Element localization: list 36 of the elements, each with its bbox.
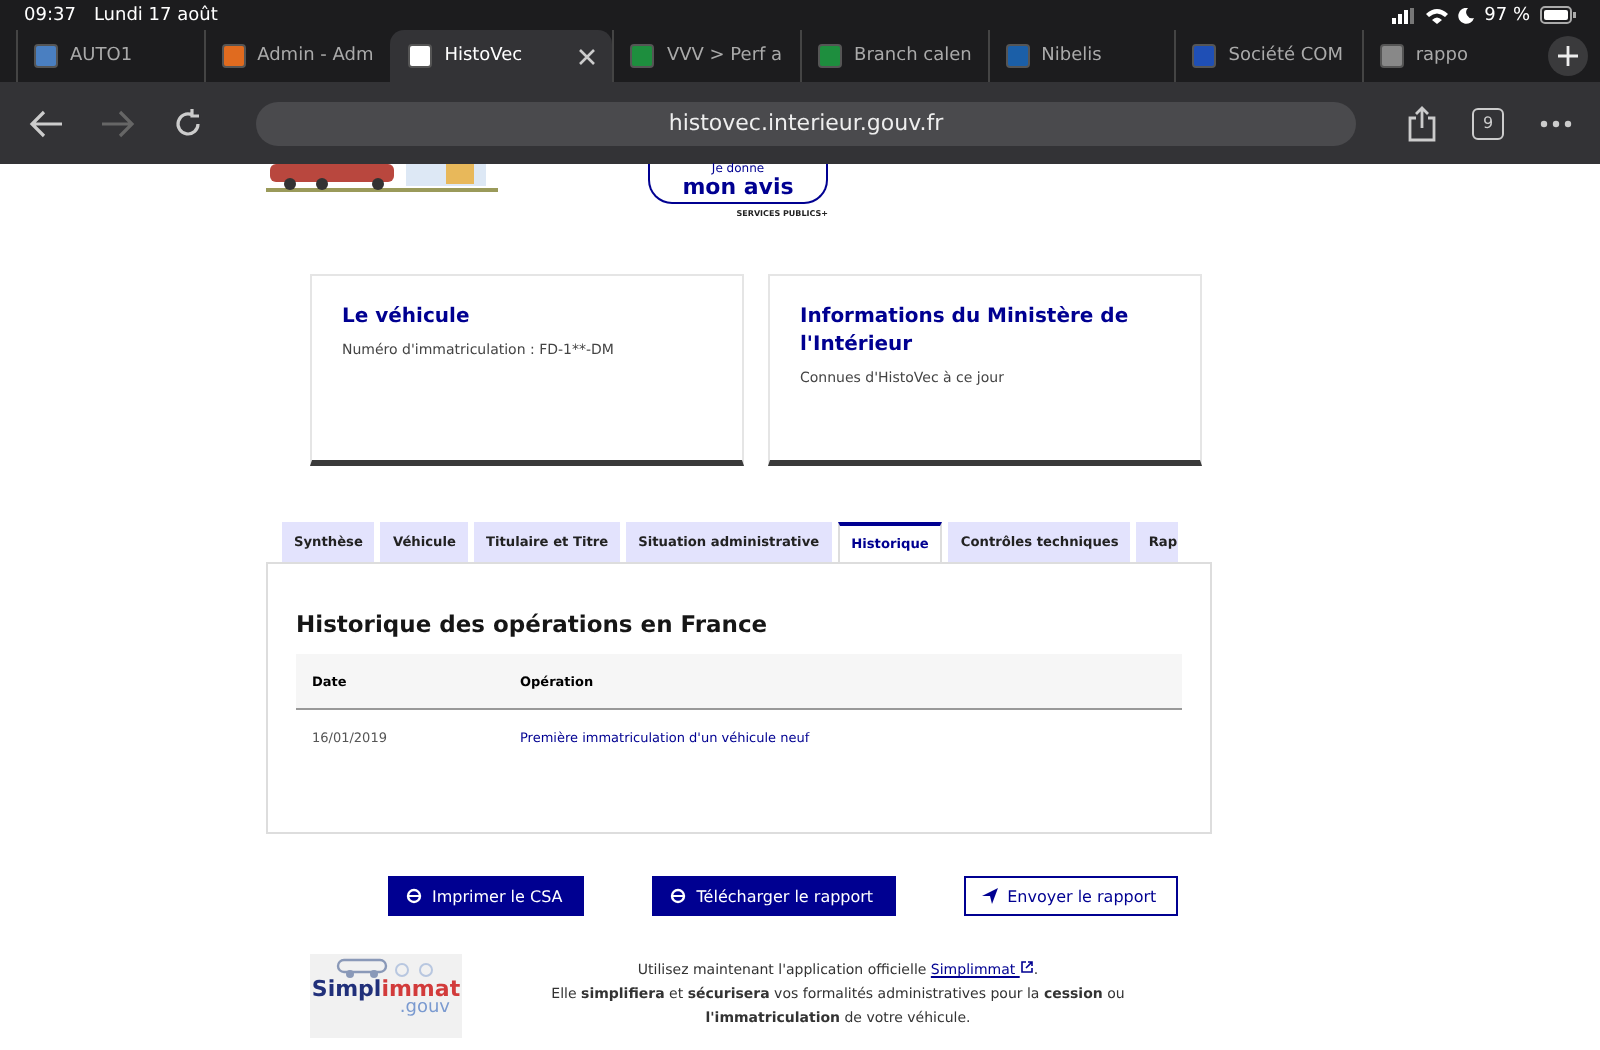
print-button[interactable]: Imprimer le CSA bbox=[388, 876, 585, 916]
reload-icon[interactable] bbox=[172, 107, 204, 139]
external-link-icon bbox=[1019, 960, 1034, 975]
new-tab-button[interactable] bbox=[1548, 36, 1589, 76]
browser-tab[interactable]: HistoVec bbox=[390, 30, 613, 82]
favicon-icon bbox=[408, 44, 433, 68]
status-time: 09:37 bbox=[24, 5, 76, 25]
battery-icon bbox=[1540, 6, 1576, 24]
wifi-icon bbox=[1426, 7, 1449, 23]
favicon-icon bbox=[221, 44, 246, 68]
battery-percent: 97 % bbox=[1484, 5, 1530, 25]
signal-icon bbox=[1392, 7, 1417, 23]
favicon-icon bbox=[1379, 44, 1404, 68]
favicon-icon bbox=[630, 44, 655, 68]
tab-count-button[interactable]: 9 bbox=[1472, 107, 1504, 139]
favicon-icon bbox=[1192, 44, 1217, 68]
more-icon[interactable] bbox=[1540, 119, 1572, 127]
favicon-icon bbox=[34, 44, 58, 68]
download-button[interactable]: Télécharger le rapport bbox=[652, 876, 896, 916]
send-button[interactable]: Envoyer le rapport bbox=[963, 876, 1179, 916]
card-title: Le véhicule bbox=[342, 304, 472, 332]
address-field[interactable]: histovec.interieur.gouv.fr bbox=[256, 101, 1356, 145]
card-title: Informations du Ministère de l'Intérieur bbox=[800, 304, 1131, 360]
favicon-icon bbox=[818, 44, 843, 68]
circle-icon bbox=[670, 888, 687, 904]
favicon-icon bbox=[1005, 44, 1030, 68]
simplimmat-logo: Simplimmat .gouv bbox=[310, 954, 462, 1038]
back-icon[interactable] bbox=[28, 109, 64, 137]
plus-icon bbox=[1558, 46, 1579, 66]
send-icon bbox=[981, 888, 998, 904]
moon-icon bbox=[1458, 7, 1475, 23]
status-date: Lundi 17 août bbox=[93, 5, 218, 25]
circle-icon bbox=[406, 888, 422, 904]
panel-title: Historique des opérations en France bbox=[296, 610, 770, 638]
share-icon[interactable] bbox=[1408, 105, 1436, 141]
close-icon[interactable] bbox=[578, 47, 597, 65]
